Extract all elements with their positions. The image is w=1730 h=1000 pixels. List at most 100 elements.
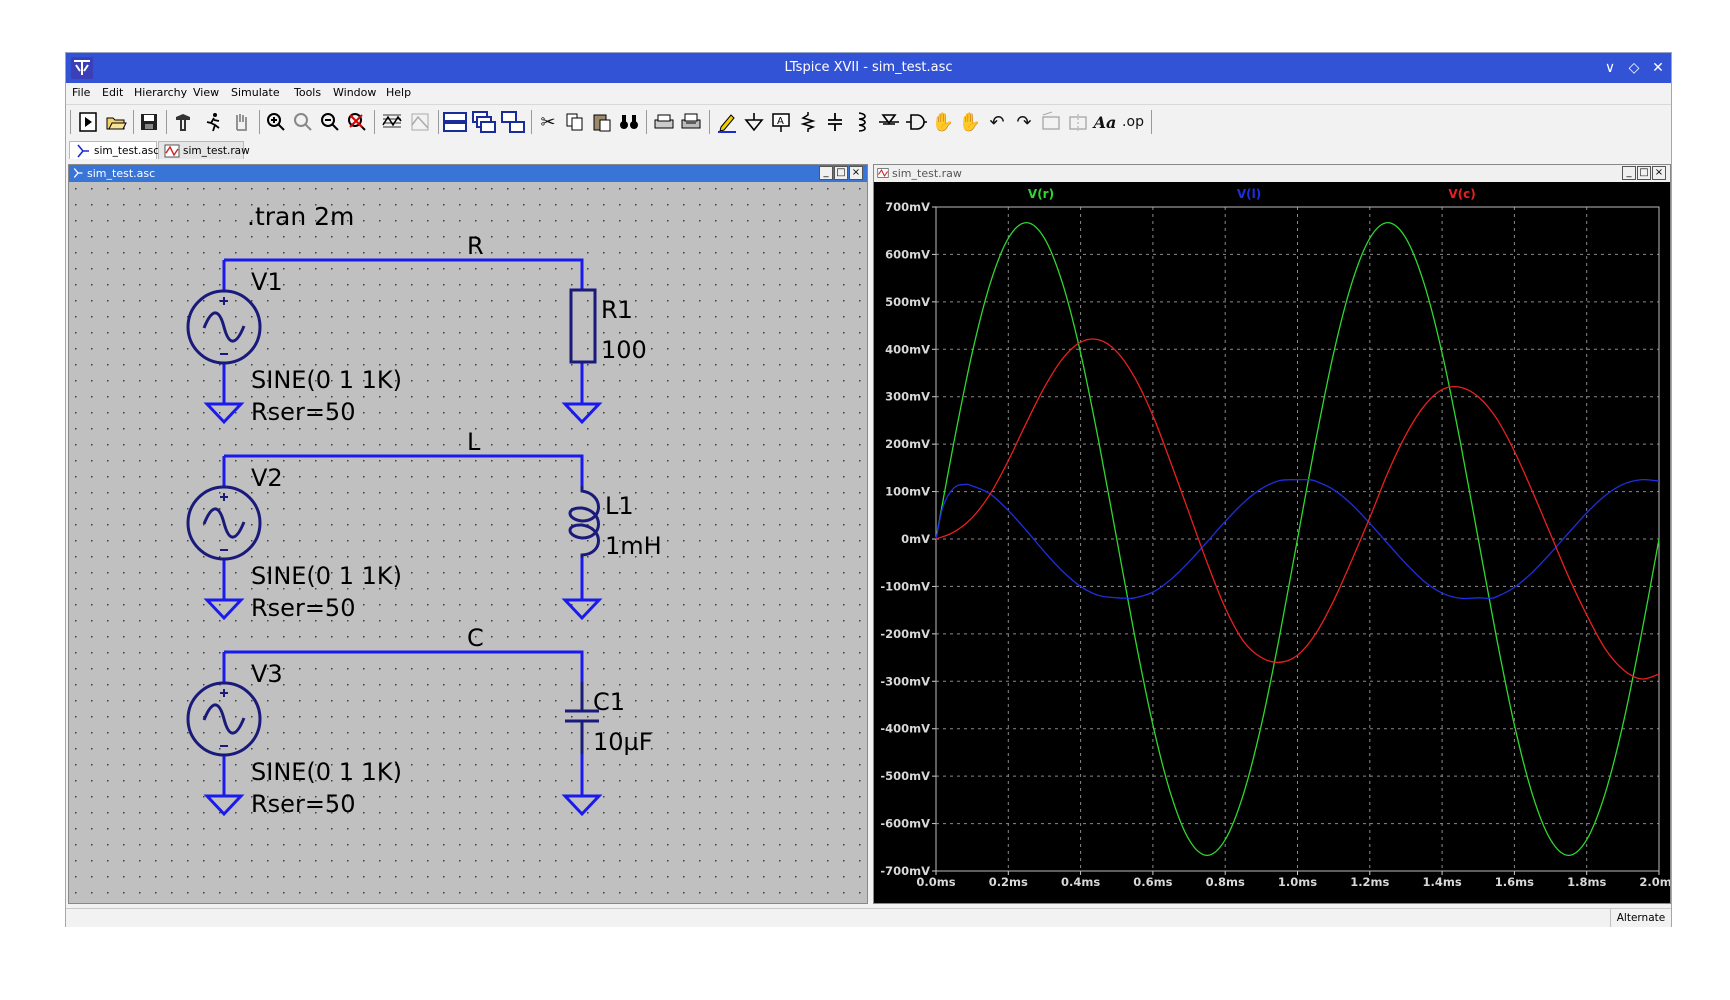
menu-hierarchy[interactable]: Hierarchy [134,86,187,99]
minimize-button[interactable]: _ [819,166,833,180]
label-net-icon[interactable]: A [768,109,794,135]
toolbar-separator [166,110,167,134]
maximize-button[interactable]: □ [834,166,848,180]
drag-icon[interactable]: ✋ [957,109,983,135]
component-name[interactable]: R1 [601,296,633,324]
tile-vertical-icon[interactable] [500,109,526,135]
control-panel-icon[interactable] [170,109,196,135]
legend-V(r)[interactable]: V(r) [1028,187,1054,201]
menu-window[interactable]: Window [333,86,376,99]
source-sine[interactable]: SINE(0 1 1K) [251,366,402,394]
status-alternate: Alternate [1610,909,1671,927]
x-tick-label: 1.6ms [1495,875,1534,889]
copy-icon[interactable] [562,109,588,135]
autorange-icon[interactable] [379,109,405,135]
source-sine[interactable]: SINE(0 1 1K) [251,562,402,590]
cut-icon[interactable]: ✂ [535,109,561,135]
waveform-window-title: sim_test.raw [892,167,962,180]
inductor-icon[interactable] [849,109,875,135]
schematic-canvas[interactable]: .tran 2m R V1 SINE(0 1 1K) Rser=50 R1 100 L V2 S… [69,182,867,903]
move-icon[interactable]: ✋ [930,109,956,135]
new-schematic-icon[interactable] [75,109,101,135]
component-value[interactable]: 1mH [605,532,662,560]
print-icon[interactable] [678,109,704,135]
close-button[interactable]: ✕ [1647,53,1669,83]
tab-waveform[interactable]: sim_test.raw [158,141,250,159]
y-tick-label: 400mV [885,342,930,356]
component-value[interactable]: 10µF [593,728,653,756]
minimize-button[interactable]: ∨ [1599,53,1621,83]
menu-simulate[interactable]: Simulate [231,86,280,99]
legend-V(l)[interactable]: V(l) [1237,187,1261,201]
net-label[interactable]: L [467,428,481,456]
tran-directive[interactable]: .tran 2m [247,202,354,231]
zoom-full-icon[interactable] [344,109,370,135]
halt-icon[interactable] [228,109,254,135]
net-label[interactable]: C [467,624,484,652]
ground-icon[interactable] [741,109,767,135]
diode-icon[interactable] [876,109,902,135]
delete-waveform-icon[interactable] [407,109,433,135]
y-tick-label: -400mV [880,722,930,736]
status-bar: Alternate [66,908,1671,927]
source-name[interactable]: V3 [251,660,283,688]
find-icon[interactable] [616,109,642,135]
capacitor-icon[interactable] [822,109,848,135]
minimize-button[interactable]: _ [1622,166,1636,180]
source-rser[interactable]: Rser=50 [251,594,355,622]
component-name[interactable]: L1 [605,492,634,520]
y-tick-label: 500mV [885,295,930,309]
source-rser[interactable]: Rser=50 [251,398,355,426]
open-icon[interactable] [103,109,129,135]
source-name[interactable]: V1 [251,268,283,296]
source-rser[interactable]: Rser=50 [251,790,355,818]
menu-tools[interactable]: Tools [294,86,321,99]
menu-bar: File Edit Hierarchy View Simulate Tools … [66,83,1671,103]
tile-horizontal-icon[interactable] [442,109,468,135]
y-tick-label: 0mV [901,532,930,546]
redo-icon[interactable]: ↷ [1011,109,1037,135]
cascade-icon[interactable] [471,109,497,135]
source-sine[interactable]: SINE(0 1 1K) [251,758,402,786]
zoom-in-icon[interactable] [263,109,289,135]
spice-directive-icon[interactable]: .op [1120,109,1146,135]
text-icon[interactable]: Aa [1092,109,1118,135]
rotate-icon[interactable] [1038,109,1064,135]
menu-edit[interactable]: Edit [102,86,123,99]
source-name[interactable]: V2 [251,464,283,492]
run-icon[interactable] [200,109,226,135]
svg-text:A: A [777,116,784,127]
toolbar-separator [70,110,71,134]
save-icon[interactable] [136,109,162,135]
menu-help[interactable]: Help [386,86,411,99]
mirror-icon[interactable] [1065,109,1091,135]
schematic-window: sim_test.asc _ □ × .tran 2m R V1 SINE(0 1 … [68,164,868,904]
print-setup-icon[interactable] [651,109,677,135]
ltspice-window: LTspice XVII - sim_test.asc ∨ ◇ ✕ File E… [65,52,1672,927]
maximize-button[interactable]: □ [1637,166,1651,180]
y-tick-label: -300mV [880,674,930,688]
component-name[interactable]: C1 [593,688,625,716]
restore-button[interactable]: ◇ [1623,53,1645,83]
x-tick-label: 0.6ms [1133,875,1172,889]
pan-icon[interactable] [290,109,316,135]
component-icon[interactable] [903,109,929,135]
y-tick-label: -100mV [880,579,930,593]
legend-V(c)[interactable]: V(c) [1448,187,1475,201]
menu-view[interactable]: View [193,86,219,99]
resistor-icon[interactable] [795,109,821,135]
y-tick-label: 200mV [885,437,930,451]
menu-file[interactable]: File [72,86,90,99]
paste-icon[interactable] [589,109,615,135]
y-tick-label: -200mV [880,627,930,641]
draw-wire-icon[interactable] [714,109,740,135]
tab-schematic[interactable]: sim_test.asc [69,141,159,159]
component-value[interactable]: 100 [601,336,647,364]
close-button[interactable]: × [849,166,863,180]
undo-icon[interactable]: ↶ [984,109,1010,135]
net-label[interactable]: R [467,232,484,260]
close-button[interactable]: × [1652,166,1666,180]
waveform-plot[interactable]: 0.0ms 0.2ms 0.4ms 0.6ms 0.8ms 1.0ms 1.2ms 1.4ms… [874,182,1670,903]
y-tick-label: 100mV [885,485,930,499]
zoom-out-icon[interactable] [317,109,343,135]
